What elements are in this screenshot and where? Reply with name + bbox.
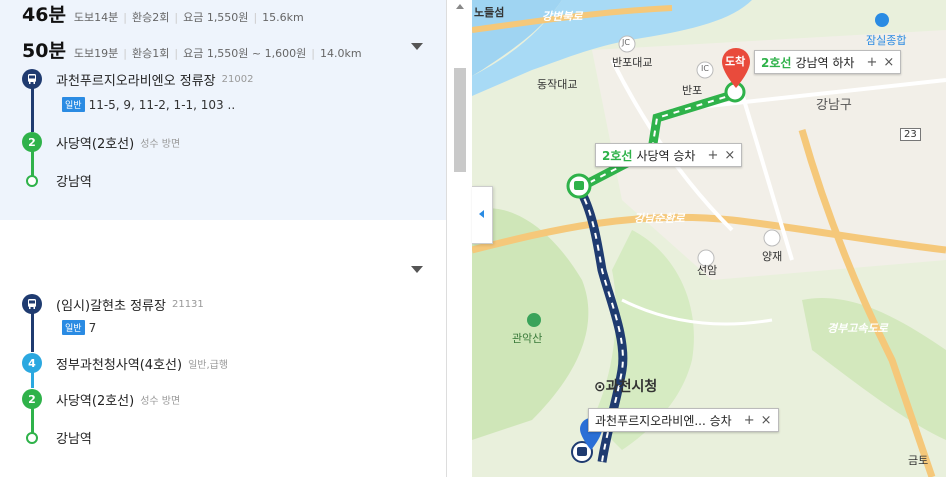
- plus-icon[interactable]: +: [866, 55, 877, 70]
- destination-name: 강남역: [56, 175, 92, 190]
- bus-stop-name[interactable]: 과천푸르지오라비엔오 정류장: [56, 70, 216, 89]
- separator: |: [253, 11, 258, 24]
- line4-step: 4 정부과천청사역(4호선) 일반,급행: [22, 353, 228, 373]
- collapse-panel-button[interactable]: [472, 186, 493, 244]
- scroll-up-arrow-icon[interactable]: [456, 4, 464, 9]
- walk-time: 도보14분: [73, 11, 119, 24]
- separator: |: [123, 11, 127, 24]
- bus-stop-name[interactable]: (임시)갈현초 정류장: [56, 295, 166, 314]
- map-road-label: 강변북로: [542, 10, 583, 23]
- destination-step: 강남역: [22, 428, 92, 447]
- popup-transfer: 2호선 사당역 승차 + ×: [595, 143, 743, 167]
- transfer-count: 환승2회: [132, 11, 170, 24]
- bus-segment-line: [31, 310, 34, 352]
- destination-dot-icon: [26, 431, 38, 444]
- bus-type-tag: 일반: [62, 320, 85, 335]
- map-label: 선암: [697, 264, 718, 277]
- bus-segment-line: [31, 84, 34, 132]
- expand-chevron-icon[interactable]: [411, 266, 423, 273]
- fare: 요금 1,550원: [183, 11, 249, 24]
- line4-segment-line: [31, 372, 34, 388]
- arrival-pin-label: 도착: [725, 55, 746, 68]
- distance: 14.0km: [319, 47, 362, 60]
- map-label: 금토: [908, 454, 929, 467]
- bus-stop-id: 21131: [171, 298, 204, 310]
- close-icon[interactable]: ×: [883, 55, 894, 70]
- separator: |: [123, 47, 127, 60]
- line4-station-name[interactable]: 정부과천청사역(4호선): [56, 354, 182, 373]
- map-label: 반포: [682, 84, 703, 97]
- popup-arrival: 2호선 강남역 하차 + ×: [754, 50, 902, 74]
- map-road-label: 강남순환로: [634, 212, 685, 225]
- subway-step: 2 사당역(2호선) 성수 방면: [22, 389, 180, 409]
- transfer-count: 환승1회: [132, 47, 170, 60]
- line2-badge: 2: [22, 389, 42, 409]
- map-label: 잠실종합: [866, 34, 907, 47]
- route-time: 46분: [22, 4, 66, 26]
- scrollbar-thumb[interactable]: [454, 68, 466, 172]
- close-icon[interactable]: ×: [724, 148, 735, 163]
- map-label: ⊙과천시청: [594, 379, 658, 395]
- popup-line: 2호선: [761, 55, 792, 70]
- distance: 15.6km: [262, 11, 304, 24]
- map-road-label: 경부고속도로: [827, 322, 888, 335]
- bus-stop-step: 과천푸르지오라비엔오 정류장 21002: [22, 69, 253, 89]
- separator: |: [174, 11, 179, 24]
- destination-step: 강남역: [22, 171, 92, 190]
- map-label: JC: [622, 38, 630, 47]
- bus-type-tag: 일반: [62, 97, 85, 112]
- expand-chevron-icon[interactable]: [411, 43, 423, 50]
- popup-station-name: 사당역 승차: [636, 148, 696, 163]
- subway-step: 2 사당역(2호선) 성수 방면: [22, 132, 180, 152]
- subway-station-name[interactable]: 사당역(2호선): [56, 133, 134, 152]
- bus-line-numbers: 7: [88, 320, 97, 335]
- map-label: IC: [701, 64, 709, 73]
- arrival-pin-icon[interactable]: 도착: [722, 48, 750, 88]
- route-summary: 50분 도보19분 | 환승1회 | 요금 1,550원 ~ 1,600원 | …: [22, 36, 362, 63]
- route-time: 50분: [22, 40, 66, 62]
- popup-boarding: 과천푸르지오라비엔... 승차 + ×: [588, 408, 779, 432]
- map-label: 동작대교: [537, 78, 578, 91]
- bus-icon: [22, 294, 42, 314]
- route-list-panel: 50분 도보19분 | 환승1회 | 요금 1,550원 ~ 1,600원 | …: [0, 0, 446, 477]
- line4-service-info: 일반,급행: [188, 359, 229, 371]
- bus-stop-id: 21002: [221, 73, 254, 85]
- plus-icon[interactable]: +: [744, 413, 755, 428]
- popup-station-name: 강남역 하차: [795, 55, 855, 70]
- line4-badge: 4: [22, 353, 42, 373]
- subway-direction: 성수 방면: [140, 395, 181, 407]
- subway-direction: 성수 방면: [140, 138, 181, 150]
- close-icon[interactable]: ×: [761, 413, 772, 428]
- bus-icon: [22, 69, 42, 89]
- walk-time: 도보19분: [73, 47, 119, 60]
- destination-dot-icon: [26, 174, 38, 187]
- route-summary: 46분 도보14분 | 환승2회 | 요금 1,550원 | 15.6km: [22, 0, 304, 27]
- route-option-1[interactable]: 50분 도보19분 | 환승1회 | 요금 1,550원 ~ 1,600원 | …: [0, 0, 446, 220]
- map-label: 강남구: [816, 98, 852, 113]
- separator: |: [311, 47, 315, 60]
- subway-station-name[interactable]: 사당역(2호선): [56, 390, 134, 409]
- map-label: 관악산: [512, 332, 543, 345]
- destination-name: 강남역: [56, 432, 92, 447]
- map-label: 양재: [762, 250, 783, 263]
- bus-lines: 일반 7: [62, 320, 96, 335]
- separator: |: [174, 47, 179, 60]
- map-label: 반포대교: [612, 56, 653, 69]
- map-view[interactable]: 노들섬 강변북로 반포대교 반포 동작대교 강남구 잠실종합 23 강남순환로 …: [472, 0, 946, 477]
- bus-line-numbers: 11-5, 9, 11-2, 1-1, 103 ..: [88, 97, 236, 112]
- fare: 요금 1,550원 ~ 1,600원: [183, 47, 307, 60]
- road-number-label: 23: [900, 128, 921, 141]
- popup-station-name: 과천푸르지오라비엔... 승차: [595, 413, 732, 428]
- bus-stop-step: (임시)갈현초 정류장 21131: [22, 294, 204, 314]
- plus-icon[interactable]: +: [707, 148, 718, 163]
- line2-badge: 2: [22, 132, 42, 152]
- bus-lines: 일반 11-5, 9, 11-2, 1-1, 103 ..: [62, 97, 235, 112]
- map-label: 노들섬: [474, 6, 505, 19]
- popup-line: 2호선: [602, 148, 633, 163]
- chevron-left-icon: [479, 210, 484, 218]
